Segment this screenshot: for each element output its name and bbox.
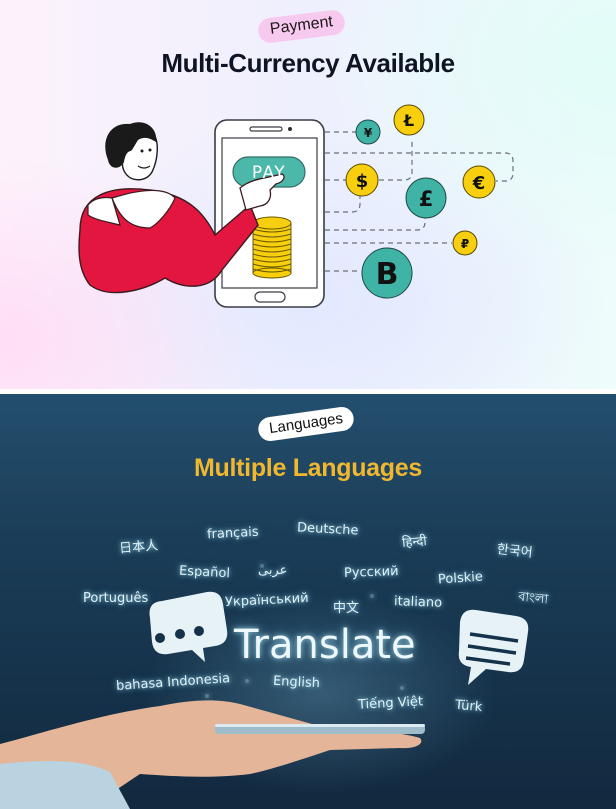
pound-symbol: £ — [419, 187, 434, 211]
euro-symbol: € — [472, 173, 486, 194]
phone-illustration — [214, 119, 325, 308]
chat-lines-icon — [458, 609, 529, 685]
yen-symbol: ¥ — [364, 126, 373, 140]
ruble-symbol: ₽ — [461, 237, 469, 251]
coin-stack-icon — [252, 216, 292, 279]
litecoin-symbol: Ł — [403, 111, 414, 130]
pay-button-label: PAY — [252, 163, 286, 183]
dollar-symbol: $ — [356, 171, 369, 192]
payment-title: Multi-Currency Available — [161, 48, 455, 78]
bitcoin-symbol: B — [376, 257, 399, 292]
hand-holding-phone-illustration — [0, 700, 425, 809]
payment-section: ¥ Ł $ € £ ₽ B PAY Payment Multi-Currency… — [0, 0, 616, 389]
languages-section: Languages Multiple Languages 日本人 françai… — [0, 394, 616, 809]
chat-dots-icon — [149, 591, 228, 662]
translate-illustration — [0, 591, 529, 809]
